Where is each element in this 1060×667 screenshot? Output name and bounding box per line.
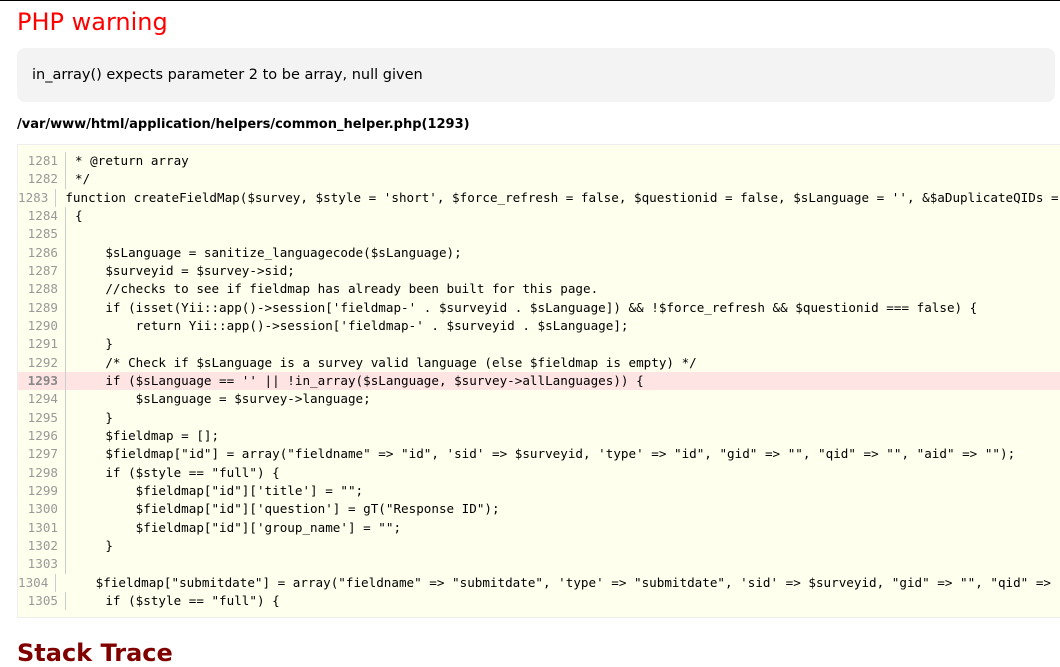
code-line: 1294 $sLanguage = $survey->language;	[18, 390, 1060, 409]
code-line: 1295 }	[18, 408, 1060, 427]
line-number: 1295	[18, 408, 66, 427]
code-line: 1283 function createFieldMap($survey, $st…	[18, 188, 1060, 207]
code-line: 1300 $fieldmap["id"]['question'] = gT("R…	[18, 500, 1060, 519]
error-message: in_array() expects parameter 2 to be arr…	[17, 48, 1055, 102]
code-line: 1303	[18, 555, 1060, 574]
line-number: 1300	[18, 500, 66, 519]
line-source: if ($sLanguage == '' || !in_array($sLang…	[75, 372, 644, 388]
code-line: 1288 //checks to see if fieldmap has alr…	[18, 280, 1060, 299]
line-number: 1283	[18, 188, 57, 207]
line-source: $fieldmap["id"]['group_name'] = "";	[75, 519, 402, 535]
line-number: 1288	[18, 280, 66, 299]
code-line: 1302 }	[18, 536, 1060, 556]
line-source: {	[75, 207, 83, 223]
line-number: 1284	[18, 206, 66, 226]
line-number: 1282	[18, 170, 66, 189]
code-line: 1297 $fieldmap["id"] = array("fieldname"…	[18, 445, 1060, 464]
code-line: 1301 $fieldmap["id"]['group_name'] = "";	[18, 518, 1060, 537]
code-line: 1285	[18, 225, 1060, 244]
line-number: 1290	[18, 316, 66, 336]
line-source: if (isset(Yii::app()->session['fieldmap-…	[75, 299, 978, 315]
line-number: 1287	[18, 261, 66, 281]
line-source: $fieldmap["id"]['question'] = gT("Respon…	[75, 501, 500, 517]
line-number: 1305	[18, 591, 66, 611]
code-line: 1290 return Yii::app()->session['fieldma…	[18, 316, 1060, 336]
line-source: $sLanguage = $survey->language;	[75, 391, 371, 407]
line-number: 1297	[18, 445, 66, 464]
code-line: 1291 }	[18, 335, 1060, 354]
code-snippet: 1281 * @return array 1282 */ 1283 function cr…	[17, 144, 1060, 618]
code-line: 1286 $sLanguage = sanitize_languagecode(…	[18, 243, 1060, 262]
line-source: * @return array	[75, 153, 189, 168]
code-line: 1287 $surveyid = $survey->sid;	[18, 261, 1060, 281]
code-line: 1281 * @return array	[18, 152, 1060, 171]
code-line: 1298 if ($style == "full") {	[18, 463, 1060, 482]
line-number: 1304	[18, 573, 57, 592]
line-source: }	[75, 537, 113, 553]
line-source: }	[75, 409, 113, 425]
code-line: 1296 $fieldmap = [];	[18, 426, 1060, 446]
line-source: $surveyid = $survey->sid;	[75, 262, 295, 278]
code-line: 1305 if ($style == "full") {	[18, 591, 1060, 611]
line-source	[66, 555, 75, 573]
line-number: 1293	[18, 371, 66, 391]
line-source: $fieldmap = [];	[75, 427, 220, 443]
code-line: 1299 $fieldmap["id"]['title'] = "";	[18, 481, 1060, 501]
stack-trace-title: Stack Trace	[17, 639, 173, 667]
line-number: 1296	[18, 426, 66, 446]
line-source	[66, 225, 75, 243]
line-number: 1299	[18, 481, 66, 501]
line-number: 1286	[18, 243, 66, 262]
line-source: $sLanguage = sanitize_languagecode($sLan…	[75, 244, 462, 260]
line-source: }	[75, 336, 113, 352]
line-number: 1291	[18, 335, 66, 354]
line-number: 1281	[18, 152, 66, 171]
line-source: if ($style == "full") {	[75, 592, 280, 608]
line-source: $fieldmap["id"]['title'] = "";	[75, 482, 364, 498]
code-line: 1284 {	[18, 206, 1060, 226]
line-number: 1301	[18, 518, 66, 537]
code-line-error: 1293 if ($sLanguage == '' || !in_array($…	[18, 371, 1060, 391]
line-source: $fieldmap["id"] = array("fieldname" => "…	[75, 446, 1016, 462]
line-number: 1294	[18, 390, 66, 409]
line-number: 1285	[18, 225, 66, 244]
line-number: 1289	[18, 298, 66, 317]
line-source: /* Check if $sLanguage is a survey valid…	[75, 354, 697, 370]
file-path: /var/www/html/application/helpers/common…	[17, 117, 470, 132]
line-source: if ($style == "full") {	[75, 464, 280, 480]
line-source: //checks to see if fieldmap has already …	[75, 281, 599, 297]
line-number: 1298	[18, 463, 66, 482]
code-line: 1289 if (isset(Yii::app()->session['fiel…	[18, 298, 1060, 317]
line-number: 1302	[18, 536, 66, 556]
line-source: return Yii::app()->session['fieldmap-' .…	[75, 317, 629, 333]
line-number: 1292	[18, 353, 66, 372]
error-title: PHP warning	[17, 8, 168, 36]
code-line: 1292 /* Check if $sLanguage is a survey …	[18, 353, 1060, 372]
code-line: 1282 */	[18, 170, 1060, 189]
code-line: 1304 $fieldmap["submitdate"] = array("fi…	[18, 573, 1060, 592]
line-source: $fieldmap["submitdate"] = array("fieldna…	[95, 574, 1060, 590]
line-source: function createFieldMap($survey, $style …	[65, 189, 1060, 205]
line-source: */	[75, 171, 91, 187]
line-number: 1303	[18, 555, 66, 574]
